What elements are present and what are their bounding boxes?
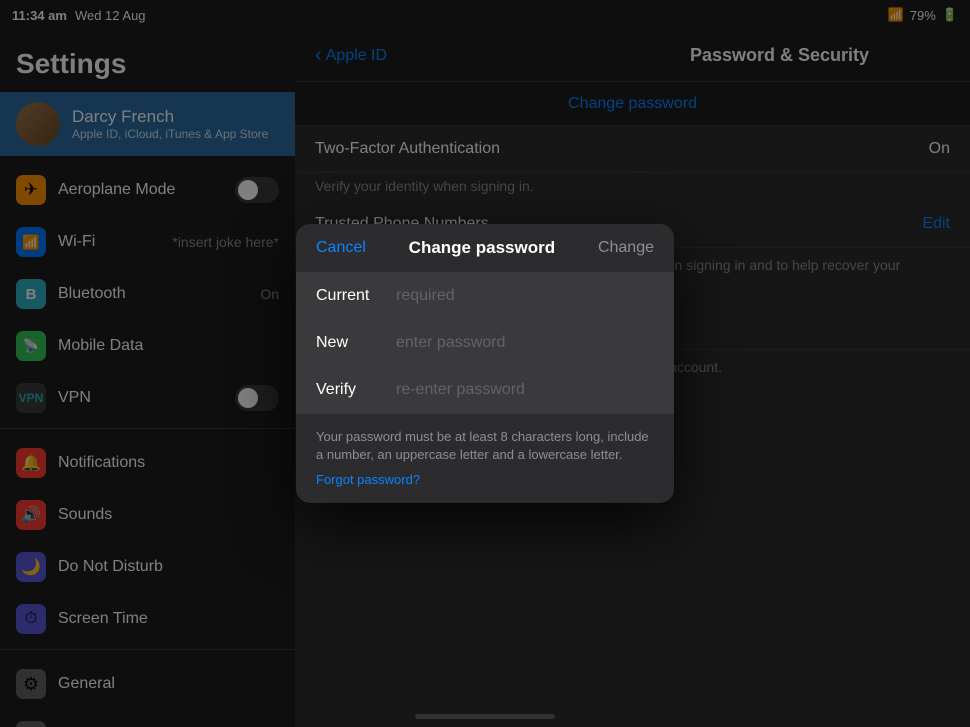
modal-field-verify: Verify (296, 367, 674, 414)
modal-cancel-button[interactable]: Cancel (316, 239, 366, 257)
new-label: New (316, 334, 396, 352)
modal-hint-text: Your password must be at least 8 charact… (316, 429, 649, 462)
new-password-input[interactable] (396, 334, 654, 352)
modal-overlay[interactable]: Cancel Change password Change Current Ne… (0, 0, 970, 727)
current-password-input[interactable] (396, 287, 654, 305)
modal-title: Change password (409, 238, 555, 258)
modal-header: Cancel Change password Change (296, 224, 674, 273)
modal-hint: Your password must be at least 8 charact… (296, 414, 674, 470)
current-label: Current (316, 287, 396, 305)
verify-label: Verify (316, 381, 396, 399)
change-password-modal: Cancel Change password Change Current Ne… (296, 224, 674, 503)
verify-password-input[interactable] (396, 381, 654, 399)
modal-field-current: Current (296, 273, 674, 320)
forgot-password-link[interactable]: Forgot password? (296, 470, 674, 503)
modal-field-new: New (296, 320, 674, 367)
modal-change-button[interactable]: Change (598, 239, 654, 257)
